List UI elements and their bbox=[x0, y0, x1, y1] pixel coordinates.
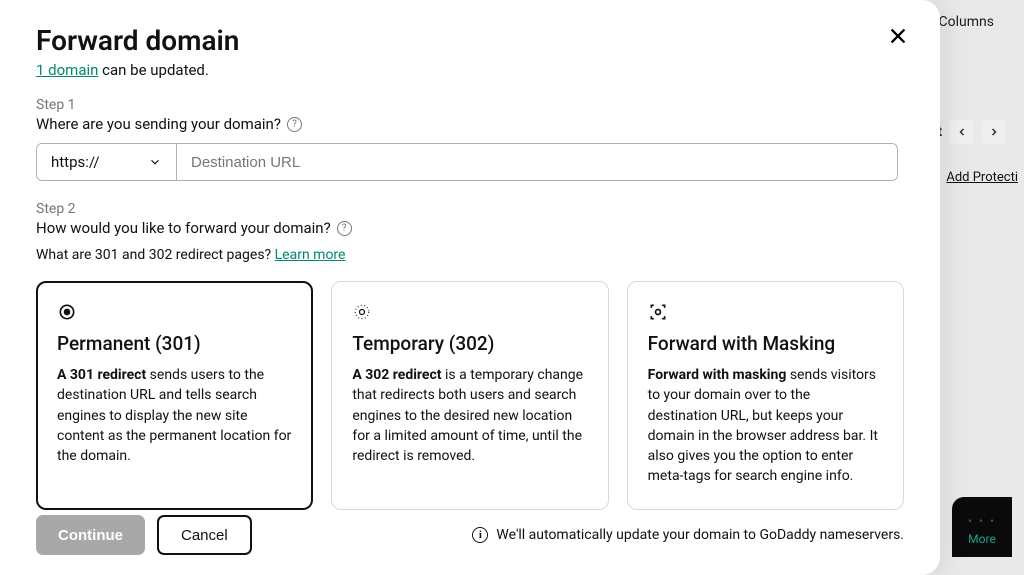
nameserver-note: i We'll automatically update your domain… bbox=[472, 527, 904, 543]
card-desc: A 302 redirect is a temporary change tha… bbox=[352, 365, 587, 466]
protocol-select[interactable]: https:// bbox=[37, 144, 177, 180]
card-desc: A 301 redirect sends users to the destin… bbox=[57, 365, 292, 466]
option-temporary-302[interactable]: Temporary (302) A 302 redirect is a temp… bbox=[331, 281, 608, 510]
step2-question: How would you like to forward your domai… bbox=[36, 219, 352, 237]
forward-type-options: Permanent (301) A 301 redirect sends use… bbox=[36, 281, 904, 510]
info-icon: i bbox=[472, 527, 488, 543]
close-button[interactable] bbox=[884, 22, 912, 50]
option-permanent-301[interactable]: Permanent (301) A 301 redirect sends use… bbox=[36, 281, 313, 510]
scan-icon bbox=[648, 300, 883, 324]
step2-question-text: How would you like to forward your domai… bbox=[36, 219, 331, 237]
destination-url-input[interactable] bbox=[177, 144, 897, 180]
step1-label: Step 1 bbox=[36, 97, 904, 113]
continue-button[interactable]: Continue bbox=[36, 515, 145, 555]
page-root: Columns Prot Add Protecti • • • More For… bbox=[0, 0, 1024, 575]
card-desc: Forward with masking sends visitors to y… bbox=[648, 365, 883, 487]
step1-question-text: Where are you sending your domain? bbox=[36, 115, 281, 133]
redirect-help-text: What are 301 and 302 redirect pages? bbox=[36, 247, 275, 263]
modal-footer: Continue Cancel i We'll automatically up… bbox=[36, 515, 904, 555]
nameserver-note-text: We'll automatically update your domain t… bbox=[496, 527, 904, 543]
help-icon[interactable]: ? bbox=[287, 117, 302, 132]
domain-count-link[interactable]: 1 domain bbox=[36, 61, 98, 79]
columns-label: Columns bbox=[939, 14, 994, 30]
destination-url-row: https:// bbox=[36, 143, 898, 181]
option-masking[interactable]: Forward with Masking Forward with maskin… bbox=[627, 281, 904, 510]
card-title: Temporary (302) bbox=[352, 332, 587, 355]
more-label: More bbox=[968, 532, 996, 546]
modal-title: Forward domain bbox=[36, 24, 904, 57]
redirect-help-line: What are 301 and 302 redirect pages? Lea… bbox=[36, 247, 904, 263]
forward-domain-modal: Forward domain 1 domain can be updated. … bbox=[0, 0, 940, 575]
more-dots-icon: • • • bbox=[968, 514, 996, 528]
learn-more-link[interactable]: Learn more bbox=[275, 247, 346, 263]
pager-prev-button[interactable] bbox=[950, 120, 974, 144]
card-title: Forward with Masking bbox=[648, 332, 883, 355]
card-title: Permanent (301) bbox=[57, 332, 292, 355]
modal-subtitle: 1 domain can be updated. bbox=[36, 61, 904, 79]
step1-question: Where are you sending your domain? ? bbox=[36, 115, 302, 133]
sun-icon bbox=[352, 300, 587, 324]
cancel-button[interactable]: Cancel bbox=[157, 515, 252, 555]
add-protection-link[interactable]: Add Protecti bbox=[946, 170, 1018, 185]
protocol-value: https:// bbox=[51, 153, 100, 171]
more-menu-pill[interactable]: • • • More bbox=[952, 497, 1012, 557]
target-icon bbox=[57, 300, 292, 324]
subtitle-rest: can be updated. bbox=[98, 61, 208, 79]
pager-next-button[interactable] bbox=[982, 120, 1006, 144]
step2-label: Step 2 bbox=[36, 201, 904, 217]
help-icon[interactable]: ? bbox=[337, 221, 352, 236]
